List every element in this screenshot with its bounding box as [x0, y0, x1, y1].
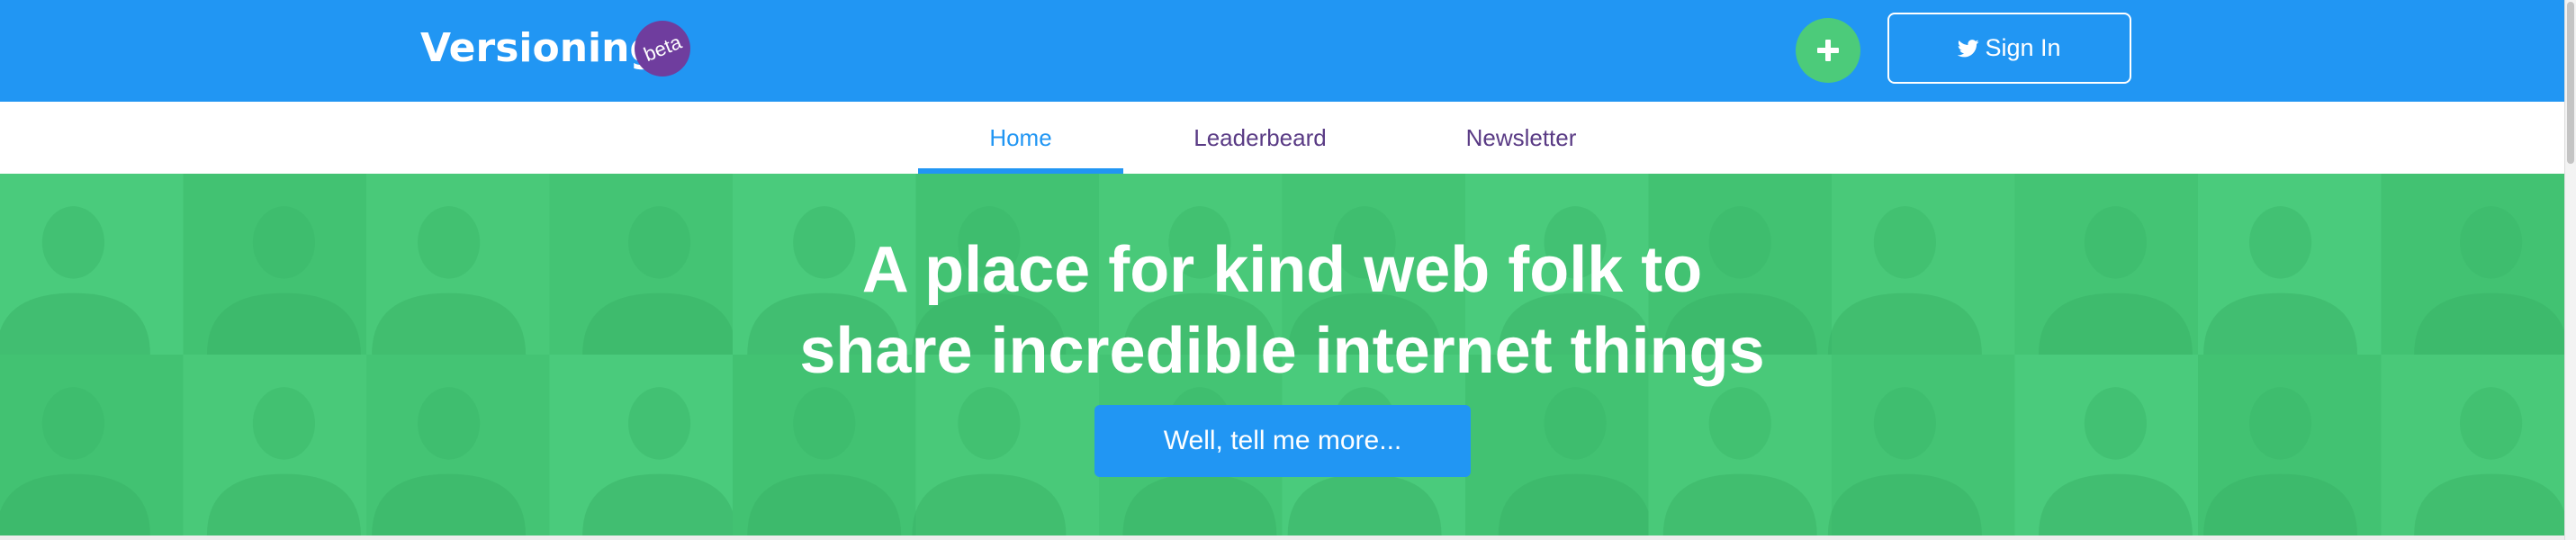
twitter-icon	[1958, 39, 1979, 58]
add-post-button[interactable]	[1796, 18, 1860, 83]
hero-title: A place for kind web folk to share incre…	[0, 230, 2564, 392]
hero-title-line-2: share incredible internet things	[799, 315, 1765, 387]
tab-newsletter[interactable]: Newsletter	[1413, 102, 1629, 174]
top-header: Versioning beta Sign In	[0, 0, 2564, 102]
tab-home[interactable]: Home	[918, 102, 1123, 174]
hero-banner: A place for kind web folk to share incre…	[0, 174, 2564, 536]
page-divider	[0, 536, 2564, 540]
hero-title-line-1: A place for kind web folk to	[861, 234, 1703, 306]
logo-text: Versioning	[420, 24, 658, 71]
site-logo[interactable]: Versioning beta	[420, 20, 690, 76]
scrollbar-thumb[interactable]	[2567, 2, 2574, 164]
tab-leaderboard[interactable]: Leaderbeard	[1152, 102, 1368, 174]
sign-in-button[interactable]: Sign In	[1887, 13, 2131, 84]
sign-in-label: Sign In	[1985, 34, 2061, 61]
plus-icon	[1817, 40, 1839, 61]
beta-badge: beta	[635, 21, 690, 76]
tab-newsletter-label: Newsletter	[1465, 123, 1577, 151]
tell-me-more-button[interactable]: Well, tell me more...	[1094, 405, 1471, 477]
tell-me-more-label: Well, tell me more...	[1163, 426, 1402, 455]
main-nav: Home Leaderbeard Newsletter	[0, 102, 2564, 174]
tab-home-label: Home	[989, 123, 1052, 151]
beta-badge-label: beta	[640, 30, 685, 67]
tab-leaderboard-label: Leaderbeard	[1193, 123, 1327, 151]
vertical-scrollbar[interactable]	[2564, 0, 2576, 540]
